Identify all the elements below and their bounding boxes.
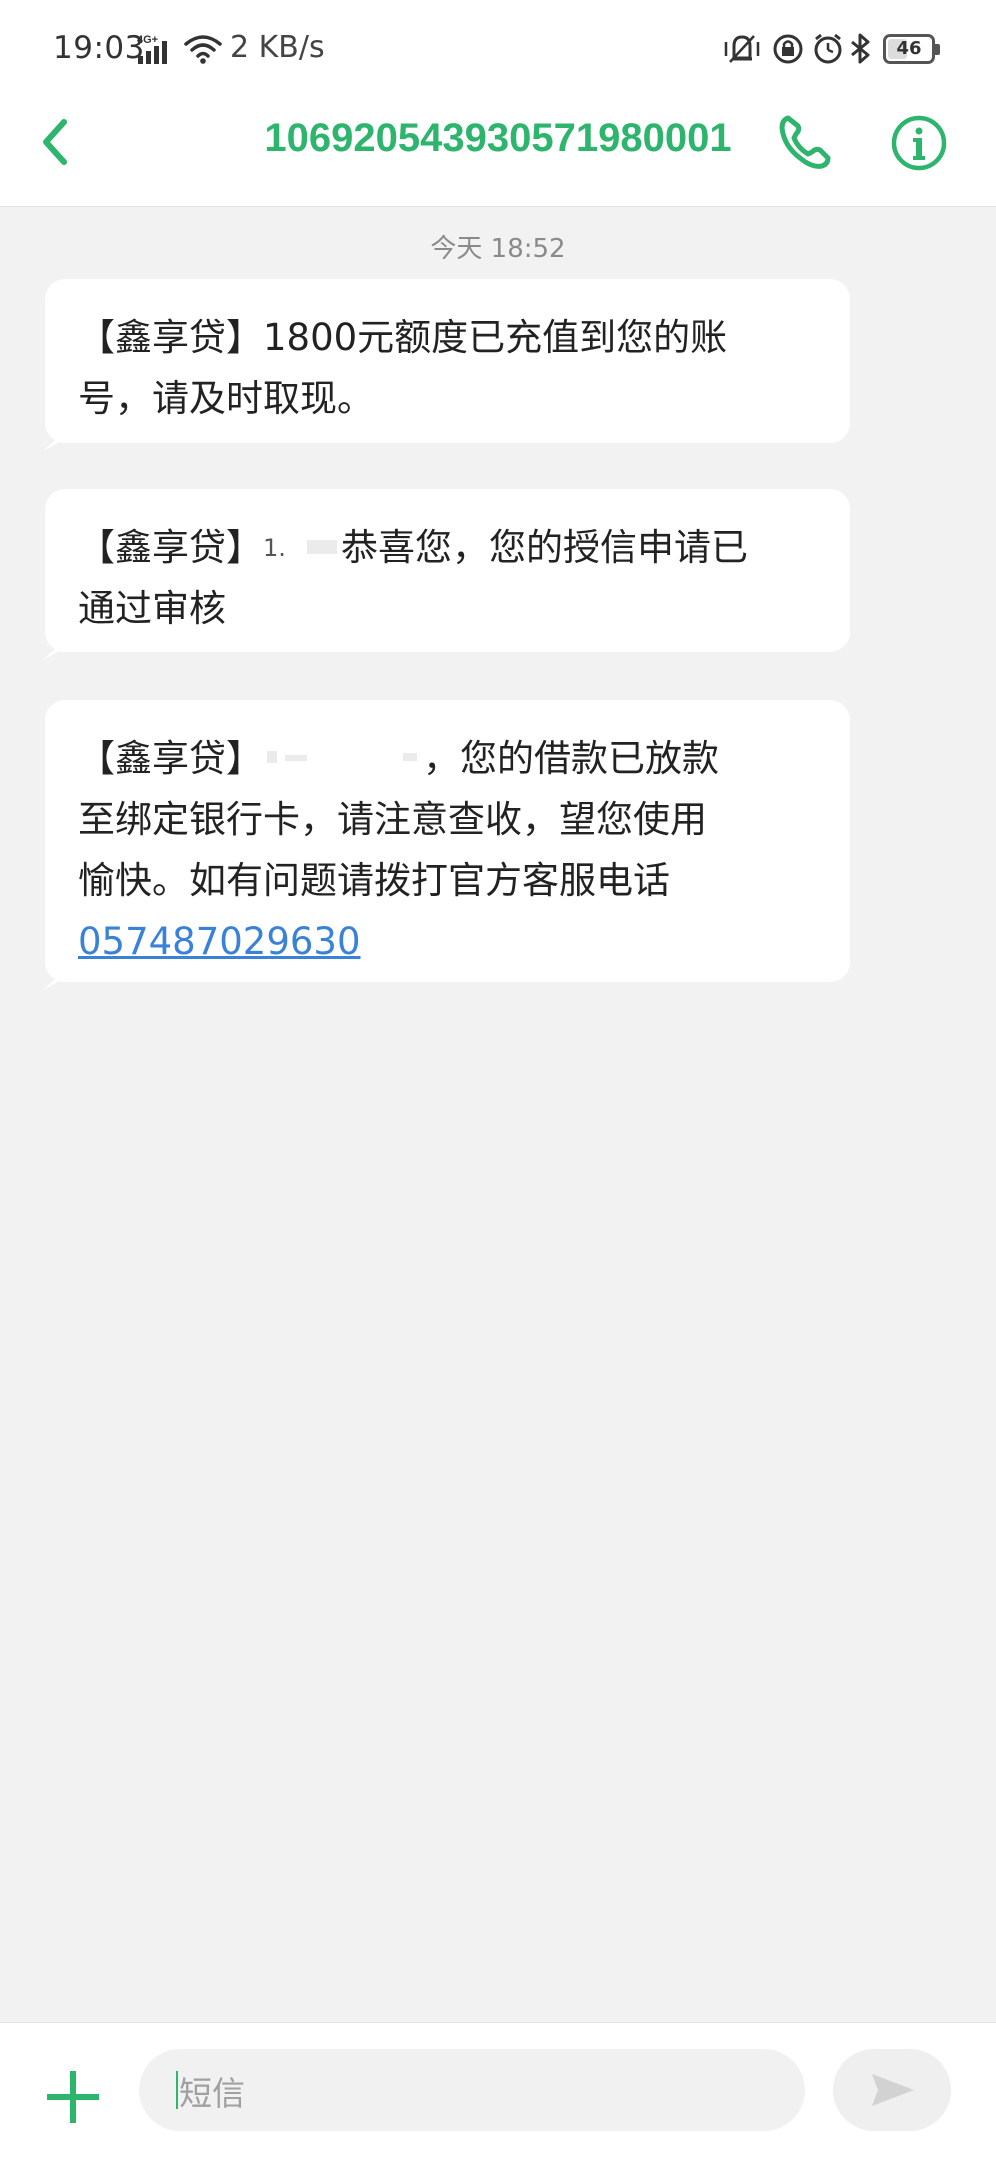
message-text: 【鑫享贷】 (78, 737, 263, 780)
call-button[interactable] (776, 112, 832, 172)
message-text: 【鑫享贷】 (78, 526, 263, 569)
message-text: 恭喜您，您的授信申请已 (341, 526, 748, 569)
send-icon (872, 2074, 914, 2106)
contact-number: 106920543930571980001 (264, 116, 732, 160)
message-text: 号，请及时取现。 (78, 377, 374, 420)
alarm-icon (812, 32, 844, 70)
svg-text:4G+: 4G+ (137, 34, 158, 46)
date-divider: 今天 18:52 (430, 234, 566, 264)
bluetooth-icon (848, 32, 874, 70)
wifi-icon (184, 34, 222, 68)
plus-icon (47, 2071, 99, 2123)
info-button[interactable] (890, 114, 948, 172)
redaction-blot (403, 752, 417, 761)
composer-bar: 短信 (0, 2022, 996, 2161)
message-text: 至绑定银行卡，请注意查收，望您使用 (78, 798, 707, 841)
add-attachment-button[interactable] (45, 2069, 101, 2125)
message-input[interactable]: 短信 (139, 2049, 805, 2131)
message-bubble[interactable]: 【鑫享贷】1800元额度已充值到您的账 号，请及时取现。 (45, 279, 850, 443)
input-placeholder: 短信 (179, 2074, 245, 2113)
message-text: 【鑫享贷】1800元额度已充值到您的账 (78, 316, 728, 359)
lock-icon (772, 32, 804, 70)
battery-icon: 46 (883, 34, 940, 64)
redacted-glyph: 1. (263, 533, 286, 562)
redaction-blot (267, 750, 277, 763)
message-line: 【鑫享贷】 ，您的借款已放款 (78, 728, 790, 789)
redacted-area (263, 738, 423, 783)
battery-level: 46 (896, 38, 922, 59)
vibrate-icon (722, 32, 762, 70)
message-text: ，您的借款已放款 (423, 737, 719, 780)
message-bubble[interactable]: 【鑫享贷】 1. 恭喜您，您的授信申请已 通过审核 (45, 489, 850, 652)
network-speed: 2 KB/s (230, 30, 325, 65)
redacted-area: 1. (263, 529, 341, 570)
status-time: 19:03 (53, 30, 145, 66)
info-icon (891, 115, 947, 171)
redaction-blot (307, 539, 337, 554)
message-text: 愉快。如有问题请拨打官方客服电话 (78, 859, 670, 902)
message-text: 通过审核 (78, 587, 226, 630)
status-bar: 19:03 4G+ 2 KB/s 46 (0, 0, 996, 100)
phone-icon (779, 115, 831, 169)
phone-number-link[interactable]: 057487029630 (78, 920, 361, 963)
text-cursor (176, 2071, 178, 2109)
signal-icon: 4G+ (136, 32, 176, 70)
redaction-blot (285, 754, 307, 761)
message-bubble[interactable]: 【鑫享贷】 ，您的借款已放款 至绑定银行卡，请注意查收，望您使用 愉快。如有问题请… (45, 700, 850, 982)
conversation-header: 106920543930571980001 (0, 100, 996, 207)
send-button[interactable] (833, 2049, 951, 2131)
message-line: 【鑫享贷】 1. 恭喜您，您的授信申请已 (78, 517, 790, 578)
